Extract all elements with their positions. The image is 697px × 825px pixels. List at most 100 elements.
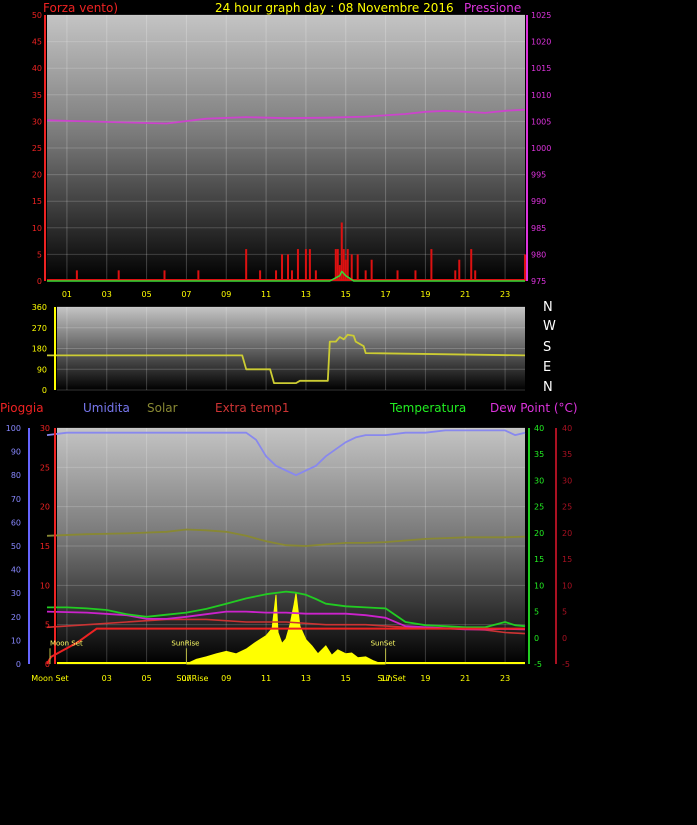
- wind-tick-label: 10: [32, 224, 42, 233]
- rain-tick-label: 0: [16, 660, 21, 669]
- wind-tick-label: 25: [32, 144, 42, 153]
- hour-tick-label: 19: [420, 290, 430, 299]
- rain-tick-label: 70: [11, 495, 21, 504]
- main-hour-tick-label: 07: [181, 674, 191, 683]
- hour-tick-label: 07: [181, 290, 191, 299]
- direction-tick-label: 90: [37, 365, 47, 374]
- main-hour-tick-label: 05: [141, 674, 151, 683]
- rain-tick-label: 80: [11, 471, 21, 480]
- hour-tick-label: 03: [102, 290, 112, 299]
- main-hour-tick-label: 13: [301, 674, 311, 683]
- rain-tick-label: 10: [11, 636, 21, 645]
- temperature-tick-label: 0: [534, 634, 539, 643]
- secondary-tick-label: 5: [45, 621, 50, 630]
- pressure-axis-title: Pressione: [464, 1, 522, 15]
- secondary-tick-label: 15: [40, 542, 50, 551]
- compass-label-w: W: [543, 319, 556, 334]
- secondary-tick-label: 20: [40, 503, 50, 512]
- hour-tick-label: 11: [261, 290, 271, 299]
- secondary-tick-label: 0: [45, 660, 50, 669]
- legend-rain: Pioggia: [0, 401, 44, 415]
- direction-tick-label: 270: [32, 324, 47, 333]
- hour-tick-label: 01: [62, 290, 72, 299]
- wind-tick-label: 45: [32, 38, 42, 47]
- secondary-tick-label: 25: [40, 463, 50, 472]
- rain-tick-label: 20: [11, 613, 21, 622]
- extra-tick-label: 30: [562, 476, 572, 485]
- extra-tick-label: 15: [562, 555, 572, 564]
- wind-tick-label: 30: [32, 117, 42, 126]
- main-hour-tick-label: 09: [221, 674, 231, 683]
- pressure-tick-label: 985: [531, 224, 546, 233]
- extra-tick-label: 25: [562, 503, 572, 512]
- hour-tick-label: 17: [380, 290, 390, 299]
- wind-tick-label: 15: [32, 197, 42, 206]
- extra-tick-label: -5: [562, 660, 570, 669]
- main-hour-tick-label: 19: [420, 674, 430, 683]
- pressure-tick-label: 980: [531, 250, 546, 259]
- rain-tick-label: 40: [11, 566, 21, 575]
- main-hour-tick-label: 21: [460, 674, 470, 683]
- direction-tick-label: 0: [42, 386, 47, 395]
- pressure-tick-label: 1010: [531, 91, 551, 100]
- hour-tick-label: 05: [141, 290, 151, 299]
- temperature-tick-label: 40: [534, 424, 544, 433]
- direction-tick-label: 180: [32, 345, 47, 354]
- main-hour-tick-label: 17: [380, 674, 390, 683]
- main-hour-tick-label: 15: [341, 674, 351, 683]
- temperature-tick-label: 20: [534, 529, 544, 538]
- extra-tick-label: 20: [562, 529, 572, 538]
- page-title: 24 hour graph day : 08 Novembre 2016: [215, 1, 454, 15]
- rain-tick-label: 90: [11, 448, 21, 457]
- secondary-tick-label: 10: [40, 581, 50, 590]
- wind-axis-title: Forza vento): [43, 1, 119, 15]
- temperature-tick-label: -5: [534, 660, 542, 669]
- extra-tick-label: 40: [562, 424, 572, 433]
- event-axis-label: Moon Set: [31, 674, 68, 683]
- main-hour-tick-label: 03: [102, 674, 112, 683]
- wind-tick-label: 5: [37, 250, 42, 259]
- main-hour-tick-label: 23: [500, 674, 510, 683]
- compass-label-n-top: N: [543, 300, 553, 315]
- pressure-tick-label: 990: [531, 197, 546, 206]
- temperature-tick-label: 10: [534, 581, 544, 590]
- pressure-tick-label: 1000: [531, 144, 551, 153]
- compass-label-e: E: [543, 360, 552, 375]
- rain-tick-label: 100: [6, 424, 21, 433]
- legend-solar: Solar: [147, 401, 178, 415]
- main-hour-tick-label: 11: [261, 674, 271, 683]
- legend-humidity: Umidita: [83, 401, 130, 415]
- hour-tick-label: 13: [301, 290, 311, 299]
- hour-tick-label: 21: [460, 290, 470, 299]
- extra-tick-label: 0: [562, 634, 567, 643]
- hour-tick-label: 09: [221, 290, 231, 299]
- compass-label-s: S: [543, 340, 552, 355]
- rain-tick-label: 60: [11, 518, 21, 527]
- legend-dewpoint: Dew Point (°C): [490, 401, 578, 415]
- rain-tick-label: 50: [11, 542, 21, 551]
- wind-tick-label: 35: [32, 91, 42, 100]
- legend-extra-temp: Extra temp1: [215, 401, 290, 415]
- wind-tick-label: 20: [32, 171, 42, 180]
- pressure-tick-label: 1015: [531, 64, 551, 73]
- pressure-tick-label: 1025: [531, 11, 551, 20]
- temperature-tick-label: 35: [534, 450, 544, 459]
- temperature-tick-label: 15: [534, 555, 544, 564]
- pressure-tick-label: 1005: [531, 117, 551, 126]
- direction-tick-label: 360: [32, 303, 47, 312]
- event-marker-label: SunSet: [371, 639, 396, 647]
- rain-tick-label: 30: [11, 589, 21, 598]
- temperature-tick-label: 30: [534, 476, 544, 485]
- temperature-tick-label: 5: [534, 608, 539, 617]
- hour-tick-label: 15: [341, 290, 351, 299]
- extra-tick-label: 5: [562, 608, 567, 617]
- secondary-tick-label: 30: [40, 424, 50, 433]
- hour-tick-label: 23: [500, 290, 510, 299]
- pressure-tick-label: 975: [531, 277, 546, 286]
- pressure-tick-label: 1020: [531, 38, 551, 47]
- wind-tick-label: 50: [32, 11, 42, 20]
- compass-label-n-bottom: N: [543, 380, 553, 395]
- event-marker-label: SunRise: [171, 639, 199, 647]
- wind-tick-label: 40: [32, 64, 42, 73]
- legend-temperature: Temperatura: [390, 401, 467, 415]
